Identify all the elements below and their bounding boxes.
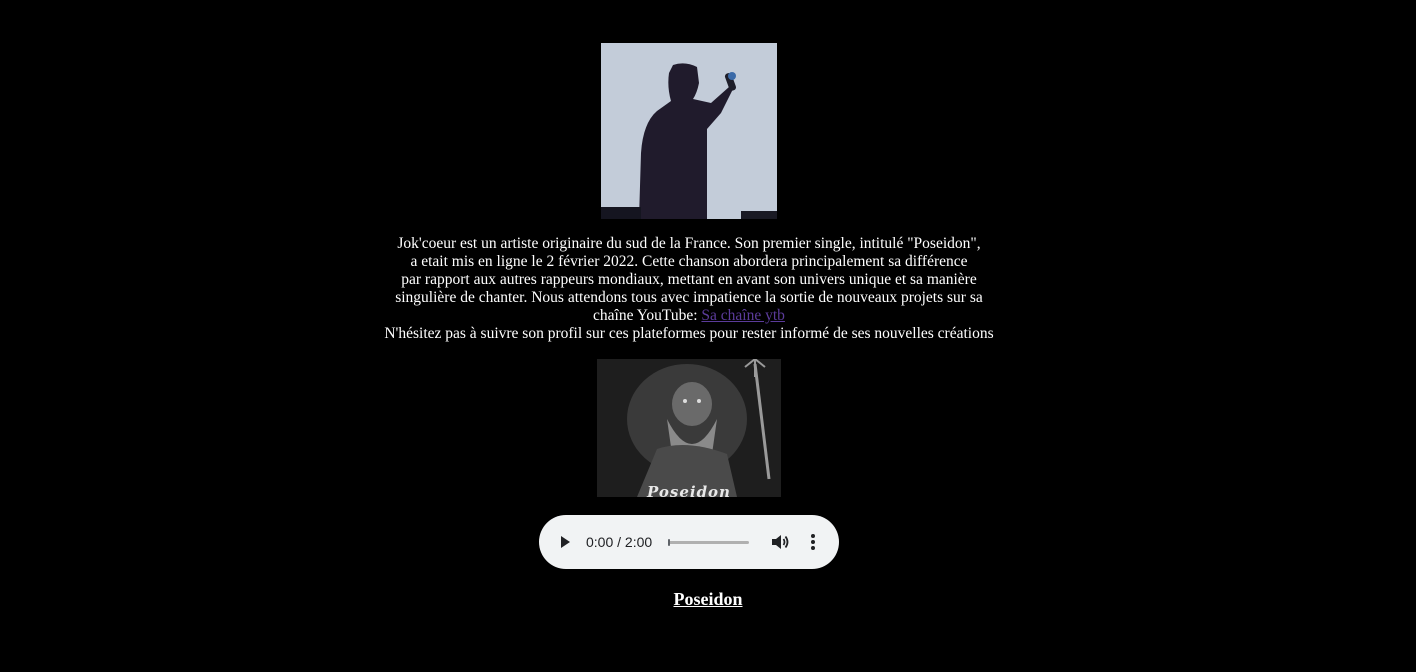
play-icon bbox=[561, 536, 570, 548]
artist-photo bbox=[601, 43, 777, 219]
volume-button[interactable] bbox=[770, 532, 790, 552]
progress-fill bbox=[668, 539, 670, 546]
bio-line-youtube: chaîne YouTube: Sa chaîne ytb bbox=[360, 307, 1018, 325]
bio-line: singulière de chanter. Nous attendons to… bbox=[395, 289, 983, 306]
volume-icon bbox=[772, 535, 789, 549]
bio-line-prefix: chaîne YouTube: bbox=[593, 307, 702, 324]
time-display: 0:00 / 2:00 bbox=[586, 534, 653, 550]
bio-line: par rapport aux autres rappeurs mondiaux… bbox=[401, 271, 977, 288]
cover-title: Poseidon bbox=[647, 483, 731, 497]
progress-track bbox=[668, 541, 749, 544]
more-options-button[interactable] bbox=[803, 532, 823, 552]
artist-bio: Jok'coeur est un artiste originaire du s… bbox=[360, 235, 1018, 343]
play-button[interactable] bbox=[555, 532, 575, 552]
progress-slider[interactable] bbox=[668, 539, 749, 546]
poseidon-illustration bbox=[597, 359, 781, 497]
bio-line: Jok'coeur est un artiste originaire du s… bbox=[397, 235, 981, 252]
page: Jok'coeur est un artiste originaire du s… bbox=[0, 0, 1416, 672]
bio-line: N'hésitez pas à suivre son profil sur ce… bbox=[384, 325, 994, 342]
artist-silhouette bbox=[601, 43, 777, 219]
audio-player[interactable]: 0:00 / 2:00 bbox=[539, 515, 839, 569]
song-title[interactable]: Poseidon bbox=[0, 589, 1416, 610]
more-vertical-icon bbox=[811, 534, 815, 550]
poseidon-cover-art: Poseidon bbox=[597, 359, 781, 497]
bio-line: a etait mis en ligne le 2 février 2022. … bbox=[410, 253, 968, 270]
youtube-channel-link[interactable]: Sa chaîne ytb bbox=[701, 307, 785, 324]
